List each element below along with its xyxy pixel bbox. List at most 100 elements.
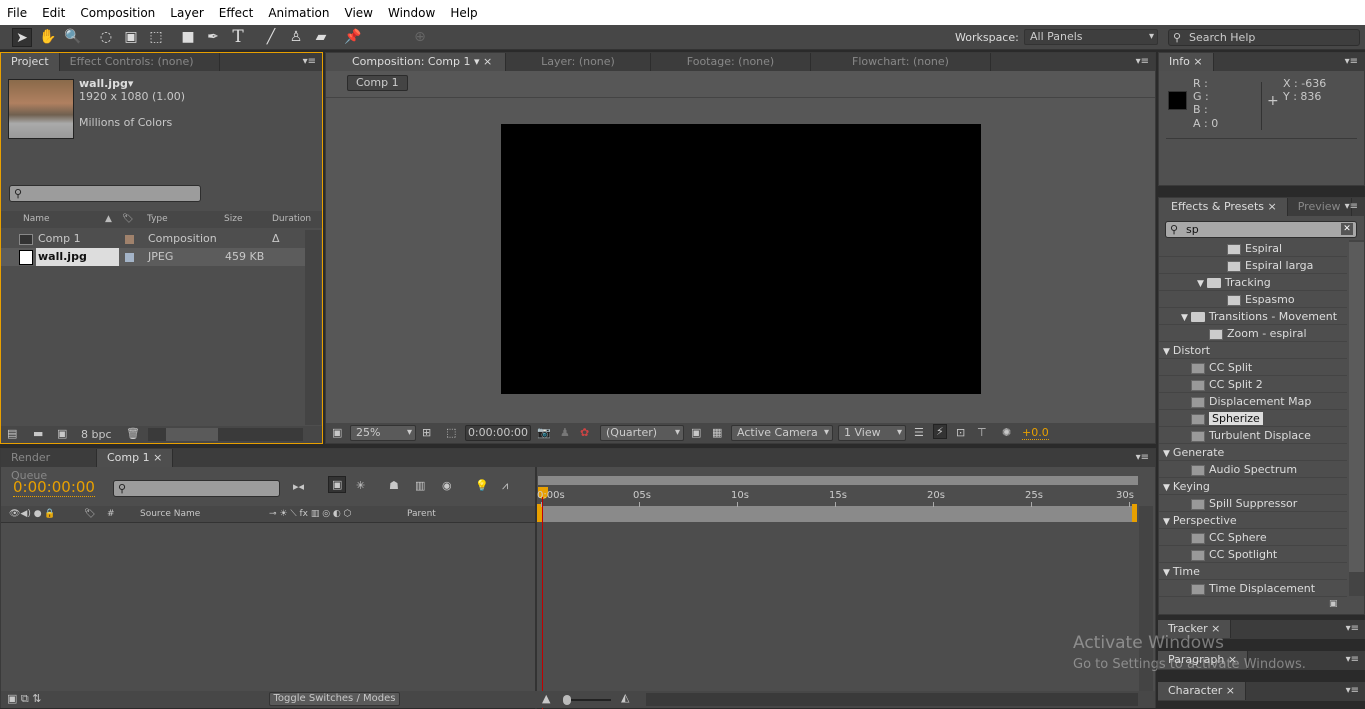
zoom-tool-icon[interactable]: 🔍 bbox=[63, 28, 83, 47]
disclosure-triangle-icon[interactable]: ▼ bbox=[1163, 568, 1170, 578]
effects-list-item[interactable]: Espiral bbox=[1159, 240, 1347, 257]
motion-blur-icon[interactable]: ◉ bbox=[442, 479, 452, 492]
flowchart-icon[interactable]: ⊤ bbox=[977, 426, 987, 439]
pan-behind-tool-icon[interactable]: ⬚ bbox=[146, 28, 166, 47]
rotate-tool-icon[interactable]: ◌ bbox=[96, 28, 116, 47]
effects-list-item[interactable]: CC Sphere bbox=[1159, 529, 1347, 546]
project-row[interactable]: wall.jpg JPEG 459 KB bbox=[1, 248, 305, 266]
rectangle-tool-icon[interactable]: ■ bbox=[178, 28, 198, 47]
label-color-swatch[interactable] bbox=[125, 253, 134, 262]
live-update-icon[interactable]: ▣ bbox=[328, 476, 347, 493]
effects-list-item[interactable]: CC Split 2 bbox=[1159, 376, 1347, 393]
exposure-value[interactable]: +0.0 bbox=[1022, 426, 1049, 440]
disclosure-triangle-icon[interactable]: ▼ bbox=[1163, 517, 1170, 527]
timeline-icon[interactable]: ⊡ bbox=[956, 426, 965, 439]
effects-list-item[interactable]: ▼ Keying bbox=[1159, 478, 1347, 495]
character-panel[interactable]: Character × ▾≡ bbox=[1158, 682, 1365, 701]
roi-icon[interactable]: ▣ bbox=[691, 426, 701, 439]
effects-search-input[interactable]: ⚲ sp ✕ bbox=[1165, 221, 1357, 238]
timeline-hscrollbar[interactable] bbox=[646, 693, 1138, 706]
effects-list-item[interactable]: ▼ Generate bbox=[1159, 444, 1347, 461]
tab-footage[interactable]: Footage: (none) bbox=[651, 53, 811, 71]
clone-stamp-tool-icon[interactable]: ♙ bbox=[286, 28, 306, 47]
eraser-tool-icon[interactable]: ▰ bbox=[311, 28, 331, 47]
effects-list-item[interactable]: Audio Spectrum bbox=[1159, 461, 1347, 478]
menu-effect[interactable]: Effect bbox=[212, 6, 262, 20]
tab-layer[interactable]: Layer: (none) bbox=[506, 53, 651, 71]
effects-list-item[interactable]: CC Spotlight bbox=[1159, 546, 1347, 563]
tab-render-queue[interactable]: Render Queue bbox=[1, 449, 97, 482]
show-snapshot-icon[interactable]: ♟ bbox=[560, 426, 570, 439]
menu-layer[interactable]: Layer bbox=[163, 6, 211, 20]
column-parent[interactable]: Parent bbox=[407, 506, 436, 523]
toggle-switches-modes-button[interactable]: Toggle Switches / Modes bbox=[269, 692, 400, 706]
effects-list-item[interactable]: ▼ Time bbox=[1159, 563, 1347, 580]
column-name[interactable]: Name bbox=[23, 211, 50, 228]
effects-list-item[interactable]: ▼ Tracking bbox=[1159, 274, 1347, 291]
graph-editor-icon[interactable]: ⩘ bbox=[502, 479, 508, 493]
column-size[interactable]: Size bbox=[224, 211, 242, 228]
menu-composition[interactable]: Composition bbox=[73, 6, 163, 20]
effects-scrollbar[interactable] bbox=[1349, 240, 1364, 596]
disclosure-triangle-icon[interactable]: ▼ bbox=[1163, 483, 1170, 493]
clear-search-icon[interactable]: ✕ bbox=[1341, 223, 1353, 235]
time-zoom-slider[interactable] bbox=[563, 695, 611, 705]
menu-edit[interactable]: Edit bbox=[35, 6, 73, 20]
disclosure-triangle-icon[interactable]: ▼ bbox=[1163, 449, 1170, 459]
exposure-icon[interactable]: ✺ bbox=[1002, 426, 1011, 439]
effects-list-item[interactable]: Time Displacement bbox=[1159, 580, 1347, 597]
safe-margins-icon[interactable]: ⊞ bbox=[422, 426, 431, 439]
panel-menu-icon[interactable]: ▾≡ bbox=[1345, 53, 1358, 71]
menu-animation[interactable]: Animation bbox=[261, 6, 337, 20]
effects-list-item[interactable]: Displacement Map bbox=[1159, 393, 1347, 410]
pen-tool-icon[interactable]: ✒ bbox=[203, 28, 223, 47]
effects-list-item[interactable]: ▼ Perspective bbox=[1159, 512, 1347, 529]
tab-info[interactable]: Info × bbox=[1159, 53, 1214, 71]
brush-tool-icon[interactable]: ╱ bbox=[261, 28, 281, 47]
av-features-icons[interactable]: 👁◀) ● 🔒 bbox=[9, 506, 56, 523]
effects-list-item[interactable]: Espasmo bbox=[1159, 291, 1347, 308]
tab-preview[interactable]: Preview bbox=[1288, 198, 1352, 216]
camera-view-select[interactable]: Active Camera bbox=[731, 425, 833, 441]
channel-icon[interactable]: ✿ bbox=[580, 426, 589, 439]
work-area-end-handle[interactable] bbox=[1132, 504, 1137, 522]
selection-tool-icon[interactable]: ➤ bbox=[12, 28, 32, 47]
bpc-button[interactable]: 8 bpc bbox=[81, 428, 112, 441]
project-hscrollbar[interactable] bbox=[148, 428, 303, 441]
transparency-grid-icon[interactable]: ▦ bbox=[712, 426, 722, 439]
project-row[interactable]: Comp 1 Composition Δ 0:00 bbox=[1, 230, 305, 263]
camera-tool-icon[interactable]: ▣ bbox=[121, 28, 141, 47]
work-area-bar[interactable] bbox=[538, 476, 1138, 485]
column-source-name[interactable]: Source Name bbox=[140, 506, 200, 523]
layer-duration-area[interactable] bbox=[538, 506, 1134, 522]
resolution-select[interactable]: (Quarter) bbox=[600, 425, 684, 441]
trash-icon[interactable]: 🗑 bbox=[126, 427, 140, 440]
pixel-aspect-icon[interactable]: ☰ bbox=[914, 426, 924, 439]
project-search-input[interactable]: ⚲ bbox=[9, 185, 201, 202]
label-color-swatch[interactable] bbox=[125, 235, 134, 244]
effects-list-item[interactable]: Spill Suppressor bbox=[1159, 495, 1347, 512]
effects-list-item[interactable]: Turbulent Displace bbox=[1159, 427, 1347, 444]
zoom-in-icon[interactable]: ◭ bbox=[621, 691, 629, 704]
effects-list-item[interactable]: Espiral larga bbox=[1159, 257, 1347, 274]
item-name[interactable]: wall.jpg▾ bbox=[79, 77, 133, 90]
tab-composition[interactable]: Composition: Comp 1 ▾ × bbox=[326, 53, 506, 71]
column-type[interactable]: Type bbox=[147, 211, 168, 228]
disclosure-triangle-icon[interactable]: ▼ bbox=[1163, 347, 1170, 357]
switches-icons[interactable]: ⊸ ☀ ⟍ fx ▥ ◎ ◐ ⬡ bbox=[269, 506, 352, 523]
shy-icon[interactable]: ☗ bbox=[389, 479, 399, 492]
menu-file[interactable]: File bbox=[0, 6, 35, 20]
menu-window[interactable]: Window bbox=[381, 6, 443, 20]
comp-mini-flowchart-icon[interactable]: ▸◂ bbox=[293, 480, 304, 493]
always-preview-icon[interactable]: ▣ bbox=[332, 426, 342, 439]
panel-menu-icon[interactable]: ▾≡ bbox=[1136, 53, 1149, 71]
brainstorm-icon[interactable]: 💡 bbox=[475, 479, 489, 492]
puppet-pin-tool-icon[interactable]: 📌 bbox=[343, 28, 363, 47]
column-duration[interactable]: Duration bbox=[272, 211, 311, 228]
axis-mode-icon[interactable]: ⊕ bbox=[410, 28, 430, 47]
magnification-select[interactable]: 25% bbox=[350, 425, 416, 441]
tab-project[interactable]: Project bbox=[1, 53, 60, 71]
panel-menu-icon[interactable]: ▾≡ bbox=[303, 53, 316, 71]
expand-panes-icons[interactable]: ▣ ⧉ ⇅ bbox=[7, 692, 41, 706]
type-tool-icon[interactable]: T bbox=[228, 28, 248, 47]
